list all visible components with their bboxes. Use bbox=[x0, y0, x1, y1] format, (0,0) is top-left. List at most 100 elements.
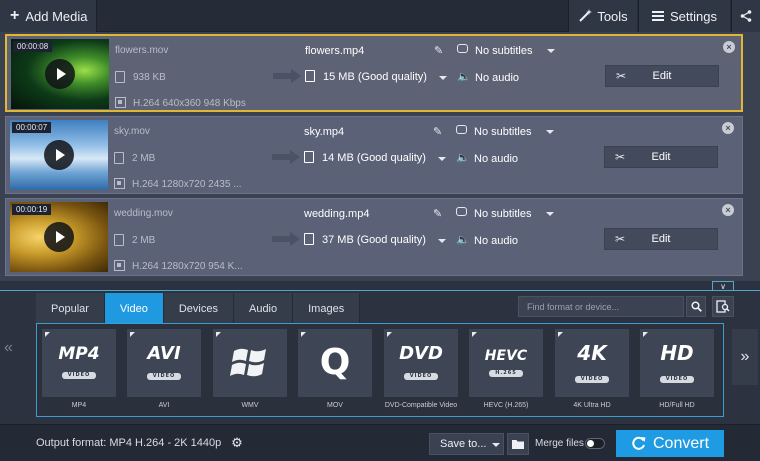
audio-dropdown[interactable]: No audio bbox=[474, 235, 518, 247]
tools-button[interactable]: Tools bbox=[568, 0, 637, 32]
format-item-mov[interactable]: Q MOV bbox=[298, 329, 372, 411]
file-icon bbox=[115, 71, 125, 83]
format-label: HEVC (H.265) bbox=[483, 402, 529, 409]
merge-files-toggle[interactable] bbox=[585, 438, 605, 449]
source-size: 2 MB bbox=[132, 153, 156, 164]
save-to-label: Save to... bbox=[440, 438, 487, 450]
settings-button[interactable]: Settings bbox=[638, 0, 730, 32]
format-label: MOV bbox=[327, 402, 343, 409]
video-thumbnail[interactable]: 00:00:07 bbox=[10, 120, 108, 190]
share-button[interactable] bbox=[731, 0, 760, 32]
file-icon bbox=[304, 233, 314, 245]
format-item-wmv[interactable]: WMV bbox=[213, 329, 287, 411]
codec-icon bbox=[114, 178, 125, 189]
chevron-down-icon[interactable] bbox=[438, 157, 446, 161]
open-folder-button[interactable] bbox=[507, 433, 529, 455]
chevron-down-icon[interactable] bbox=[546, 130, 554, 134]
subtitles-dropdown[interactable]: No subtitles bbox=[474, 208, 531, 220]
play-icon[interactable] bbox=[45, 59, 75, 89]
pencil-icon[interactable]: ✎ bbox=[433, 207, 442, 220]
tab-images[interactable]: Images bbox=[293, 293, 361, 324]
magic-wand-icon bbox=[579, 9, 593, 22]
format-item-mp4[interactable]: MP4 VIDEO MP4 bbox=[42, 329, 116, 411]
format-search-input[interactable]: Find format or device... bbox=[518, 296, 684, 317]
dvd-logo-text: DVD bbox=[399, 343, 443, 364]
source-codec: H.264 640x360 948 Kbps bbox=[133, 98, 246, 109]
format-item-hd[interactable]: HD VIDEO HD/Full HD bbox=[640, 329, 714, 411]
source-size: 938 KB bbox=[133, 72, 166, 83]
format-item-hevc[interactable]: HEVC H.265 HEVC (H.265) bbox=[469, 329, 543, 411]
source-filename: flowers.mov bbox=[115, 45, 169, 56]
scroll-left-button[interactable]: « bbox=[4, 339, 13, 357]
source-size: 2 MB bbox=[132, 235, 156, 246]
convert-button[interactable]: Convert bbox=[616, 430, 724, 457]
close-icon[interactable]: × bbox=[723, 41, 735, 53]
edit-label: Edit bbox=[652, 70, 672, 82]
subtitles-dropdown[interactable]: No subtitles bbox=[475, 45, 532, 57]
4k-logo-icon: 4K VIDEO bbox=[555, 329, 629, 397]
avi-logo-text: AVI bbox=[147, 343, 181, 364]
hevc-logo-sub: H.265 bbox=[489, 370, 523, 377]
output-filename[interactable]: sky.mp4 bbox=[304, 126, 344, 138]
format-item-4k[interactable]: 4K VIDEO 4K Ultra HD bbox=[555, 329, 629, 411]
hd-logo-icon: HD VIDEO bbox=[640, 329, 714, 397]
format-item-dvd[interactable]: DVD VIDEO DVD-Compatible Video bbox=[384, 329, 458, 411]
detect-device-button[interactable] bbox=[712, 296, 734, 317]
chevron-down-icon[interactable] bbox=[546, 212, 554, 216]
output-size-dropdown[interactable]: 14 MB (Good quality) bbox=[322, 152, 426, 164]
close-icon[interactable]: × bbox=[722, 122, 734, 134]
file-row[interactable]: 00:00:19 wedding.mov 2 MB H.264 1280x720… bbox=[5, 198, 743, 276]
search-icon bbox=[690, 301, 702, 312]
save-to-dropdown[interactable]: Save to... bbox=[429, 433, 504, 455]
video-thumbnail[interactable]: 00:00:19 bbox=[10, 202, 108, 272]
dvd-logo-sub: VIDEO bbox=[403, 373, 439, 380]
add-media-button[interactable]: + Add Media bbox=[0, 0, 97, 32]
pencil-icon[interactable]: ✎ bbox=[433, 125, 442, 138]
output-settings-button[interactable]: ⚙ bbox=[227, 433, 247, 453]
audio-dropdown[interactable]: No audio bbox=[474, 153, 518, 165]
mp4-logo-sub: VIDEO bbox=[61, 372, 97, 379]
video-thumbnail[interactable]: 00:00:08 bbox=[11, 39, 109, 109]
output-filename[interactable]: wedding.mp4 bbox=[304, 208, 369, 220]
audio-dropdown[interactable]: No audio bbox=[475, 72, 519, 84]
output-format-text: Output format: MP4 H.264 - 2K 1440p bbox=[36, 437, 222, 449]
codec-icon bbox=[114, 260, 125, 271]
subtitles-dropdown[interactable]: No subtitles bbox=[474, 126, 531, 138]
file-row[interactable]: 00:00:07 sky.mov 2 MB H.264 1280x720 243… bbox=[5, 116, 743, 194]
output-filename[interactable]: flowers.mp4 bbox=[305, 45, 364, 57]
play-icon[interactable] bbox=[44, 222, 74, 252]
tab-devices[interactable]: Devices bbox=[163, 293, 234, 324]
settings-label: Settings bbox=[670, 8, 717, 24]
refresh-icon bbox=[632, 436, 646, 450]
close-icon[interactable]: × bbox=[722, 204, 734, 216]
source-codec: H.264 1280x720 954 K... bbox=[132, 261, 243, 272]
source-codec: H.264 1280x720 2435 ... bbox=[132, 179, 242, 190]
chevron-down-icon[interactable] bbox=[438, 239, 446, 243]
4k-logo-sub: VIDEO bbox=[574, 376, 610, 383]
output-size-dropdown[interactable]: 15 MB (Good quality) bbox=[323, 71, 427, 83]
chevron-down-icon[interactable] bbox=[439, 76, 447, 80]
quicktime-logo-icon: Q bbox=[298, 329, 372, 397]
edit-button[interactable]: ✂ Edit bbox=[604, 146, 718, 168]
search-button[interactable] bbox=[686, 296, 706, 317]
windows-flag-icon bbox=[230, 348, 266, 377]
tab-popular[interactable]: Popular bbox=[36, 293, 105, 324]
chevron-down-icon[interactable] bbox=[547, 49, 555, 53]
gear-icon: ⚙ bbox=[231, 435, 243, 450]
pencil-icon[interactable]: ✎ bbox=[434, 44, 443, 57]
file-list: 00:00:08 flowers.mov 938 KB H.264 640x36… bbox=[0, 32, 760, 281]
edit-button[interactable]: ✂ Edit bbox=[604, 228, 718, 250]
format-label: AVI bbox=[158, 402, 170, 409]
tab-audio[interactable]: Audio bbox=[233, 293, 294, 324]
duration-badge: 00:00:08 bbox=[13, 41, 53, 52]
tab-video[interactable]: Video bbox=[104, 293, 164, 324]
tools-label: Tools bbox=[597, 8, 628, 24]
add-media-label: Add Media bbox=[25, 8, 88, 24]
play-icon[interactable] bbox=[44, 140, 74, 170]
output-size-dropdown[interactable]: 37 MB (Good quality) bbox=[322, 234, 426, 246]
windows-logo-icon bbox=[213, 329, 287, 397]
edit-button[interactable]: ✂ Edit bbox=[605, 65, 719, 87]
file-row[interactable]: 00:00:08 flowers.mov 938 KB H.264 640x36… bbox=[5, 34, 743, 112]
format-item-avi[interactable]: AVI VIDEO AVI bbox=[127, 329, 201, 411]
scroll-right-button[interactable]: » bbox=[732, 329, 758, 385]
